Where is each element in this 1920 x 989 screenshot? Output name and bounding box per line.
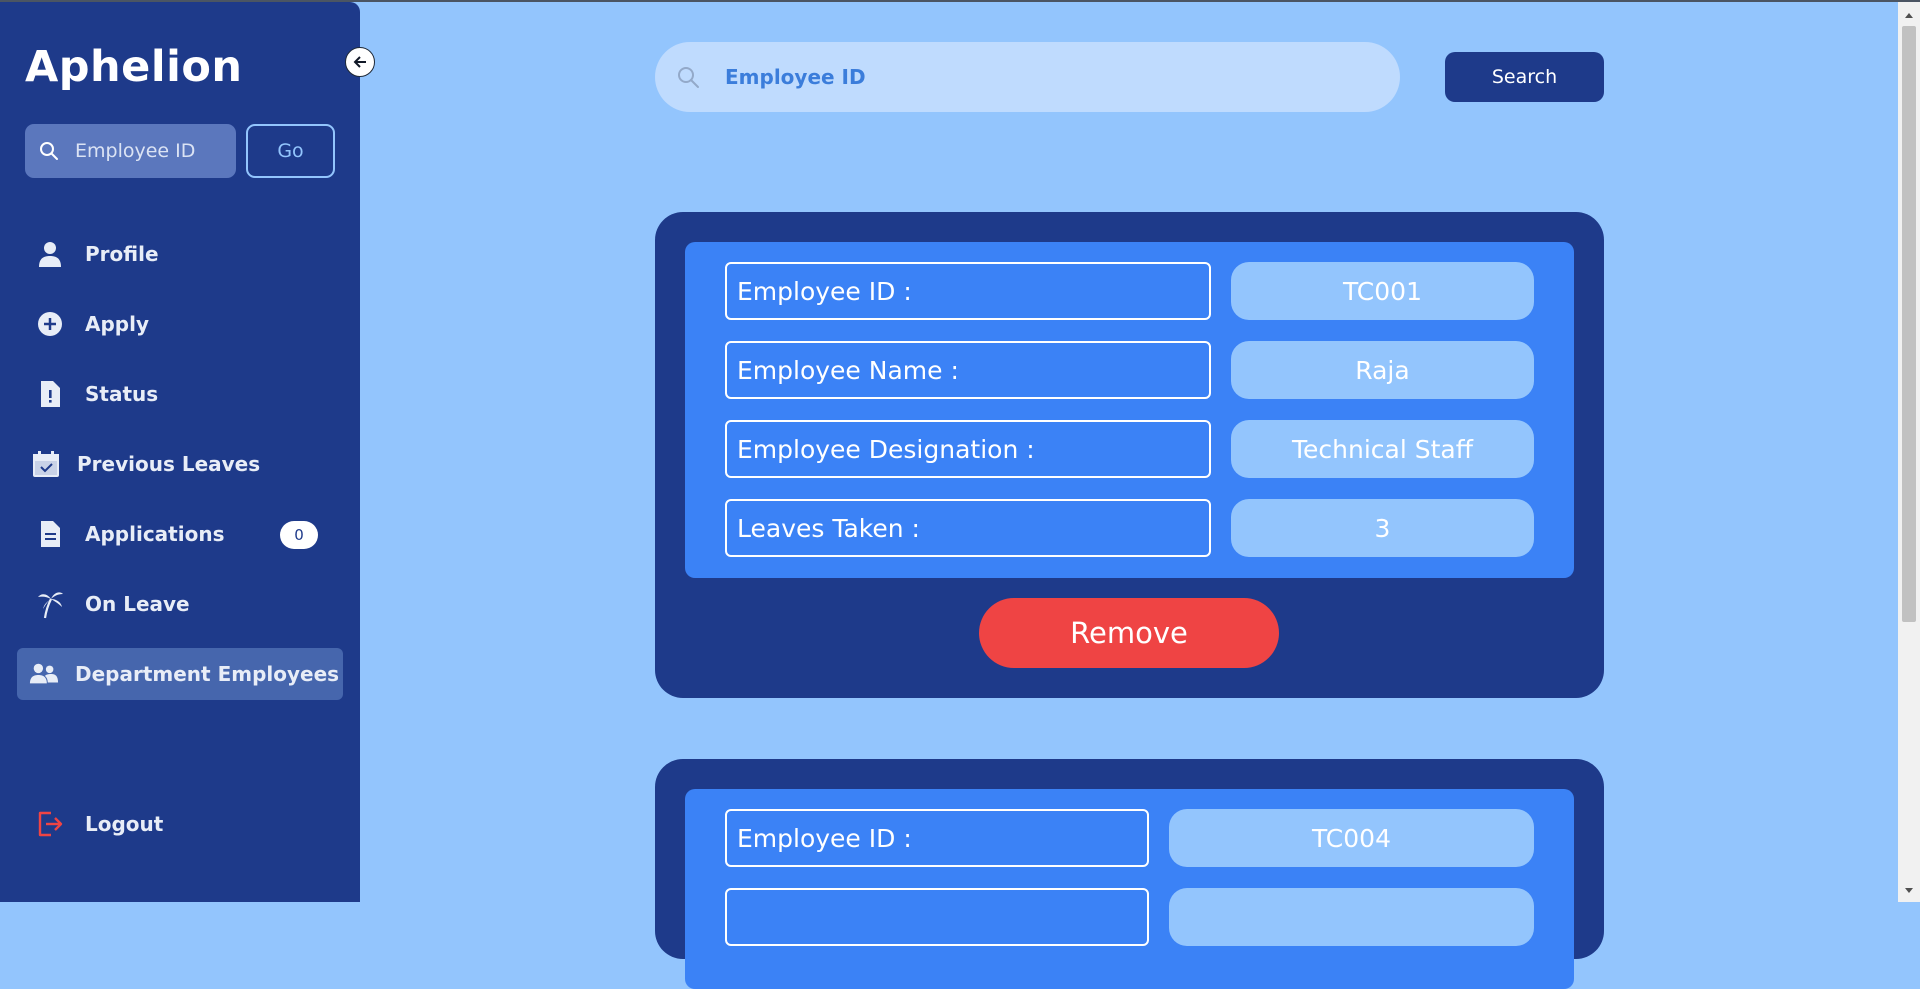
- brand-title: Aphelion: [25, 42, 243, 92]
- employee-card: Employee ID : TC004: [655, 759, 1604, 989]
- scrollbar-thumb[interactable]: [1902, 26, 1916, 622]
- search-icon: [39, 140, 61, 162]
- main-search-box[interactable]: [655, 42, 1400, 112]
- collapse-sidebar-button[interactable]: [345, 47, 375, 77]
- main-employee-id-input[interactable]: [725, 65, 1325, 89]
- sidebar-item-label: Profile: [85, 242, 159, 266]
- arrow-left-icon: [352, 54, 368, 70]
- window-top-border: [0, 0, 1920, 2]
- search-button[interactable]: Search: [1445, 52, 1604, 102]
- sidebar-item-apply[interactable]: Apply: [17, 298, 343, 350]
- sidebar-item-status[interactable]: Status: [17, 368, 343, 420]
- employee-id-label: Employee ID :: [725, 262, 1211, 320]
- scroll-down-arrow-icon[interactable]: [1898, 882, 1920, 900]
- plus-circle-icon: [35, 309, 65, 339]
- calendar-check-icon: [31, 449, 61, 479]
- employee-name-label: Employee Name :: [725, 341, 1211, 399]
- employee-id-value: TC004: [1169, 809, 1534, 867]
- employee-designation-label: Employee Designation :: [725, 420, 1211, 478]
- go-button[interactable]: Go: [246, 124, 335, 178]
- employee-details-panel: Employee ID : TC001 Employee Name : Raja…: [685, 242, 1574, 578]
- logout-icon: [35, 809, 65, 839]
- employee-name-label: [725, 888, 1149, 946]
- sidebar: Aphelion Go Profile Apply Status Previou…: [0, 2, 360, 902]
- sidebar-item-label: Department Employees: [75, 662, 340, 686]
- sidebar-item-previous-leaves[interactable]: Previous Leaves: [17, 438, 343, 490]
- applications-count-badge: 0: [280, 521, 318, 549]
- sidebar-item-label: Previous Leaves: [77, 452, 261, 476]
- users-icon: [29, 659, 59, 689]
- sidebar-item-label: On Leave: [85, 592, 190, 616]
- leaves-taken-value: 3: [1231, 499, 1534, 557]
- employee-card: Employee ID : TC001 Employee Name : Raja…: [655, 212, 1604, 698]
- logout-label: Logout: [85, 812, 164, 836]
- vertical-scrollbar[interactable]: [1898, 2, 1920, 902]
- employee-name-value: Raja: [1231, 341, 1534, 399]
- remove-button[interactable]: Remove: [979, 598, 1279, 668]
- sidebar-item-on-leave[interactable]: On Leave: [17, 578, 343, 630]
- sidebar-item-label: Applications: [85, 522, 225, 546]
- scroll-up-arrow-icon[interactable]: [1898, 6, 1920, 24]
- sidebar-employee-id-input[interactable]: [75, 140, 225, 162]
- palm-tree-icon: [35, 589, 65, 619]
- user-icon: [35, 239, 65, 269]
- sidebar-item-applications[interactable]: Applications 0: [17, 508, 343, 560]
- sidebar-search-box[interactable]: [25, 124, 236, 178]
- sidebar-item-profile[interactable]: Profile: [17, 228, 343, 280]
- leaves-taken-label: Leaves Taken :: [725, 499, 1211, 557]
- sidebar-item-label: Status: [85, 382, 159, 406]
- logout-button[interactable]: Logout: [17, 798, 343, 850]
- document-icon: [35, 519, 65, 549]
- employee-name-value: [1169, 888, 1534, 946]
- employee-designation-value: Technical Staff: [1231, 420, 1534, 478]
- sidebar-item-label: Apply: [85, 312, 150, 336]
- sidebar-item-department-employees[interactable]: Department Employees: [17, 648, 343, 700]
- search-icon: [673, 62, 703, 92]
- employee-id-value: TC001: [1231, 262, 1534, 320]
- employee-id-label: Employee ID :: [725, 809, 1149, 867]
- file-exclamation-icon: [35, 379, 65, 409]
- employee-details-panel: Employee ID : TC004: [685, 789, 1574, 989]
